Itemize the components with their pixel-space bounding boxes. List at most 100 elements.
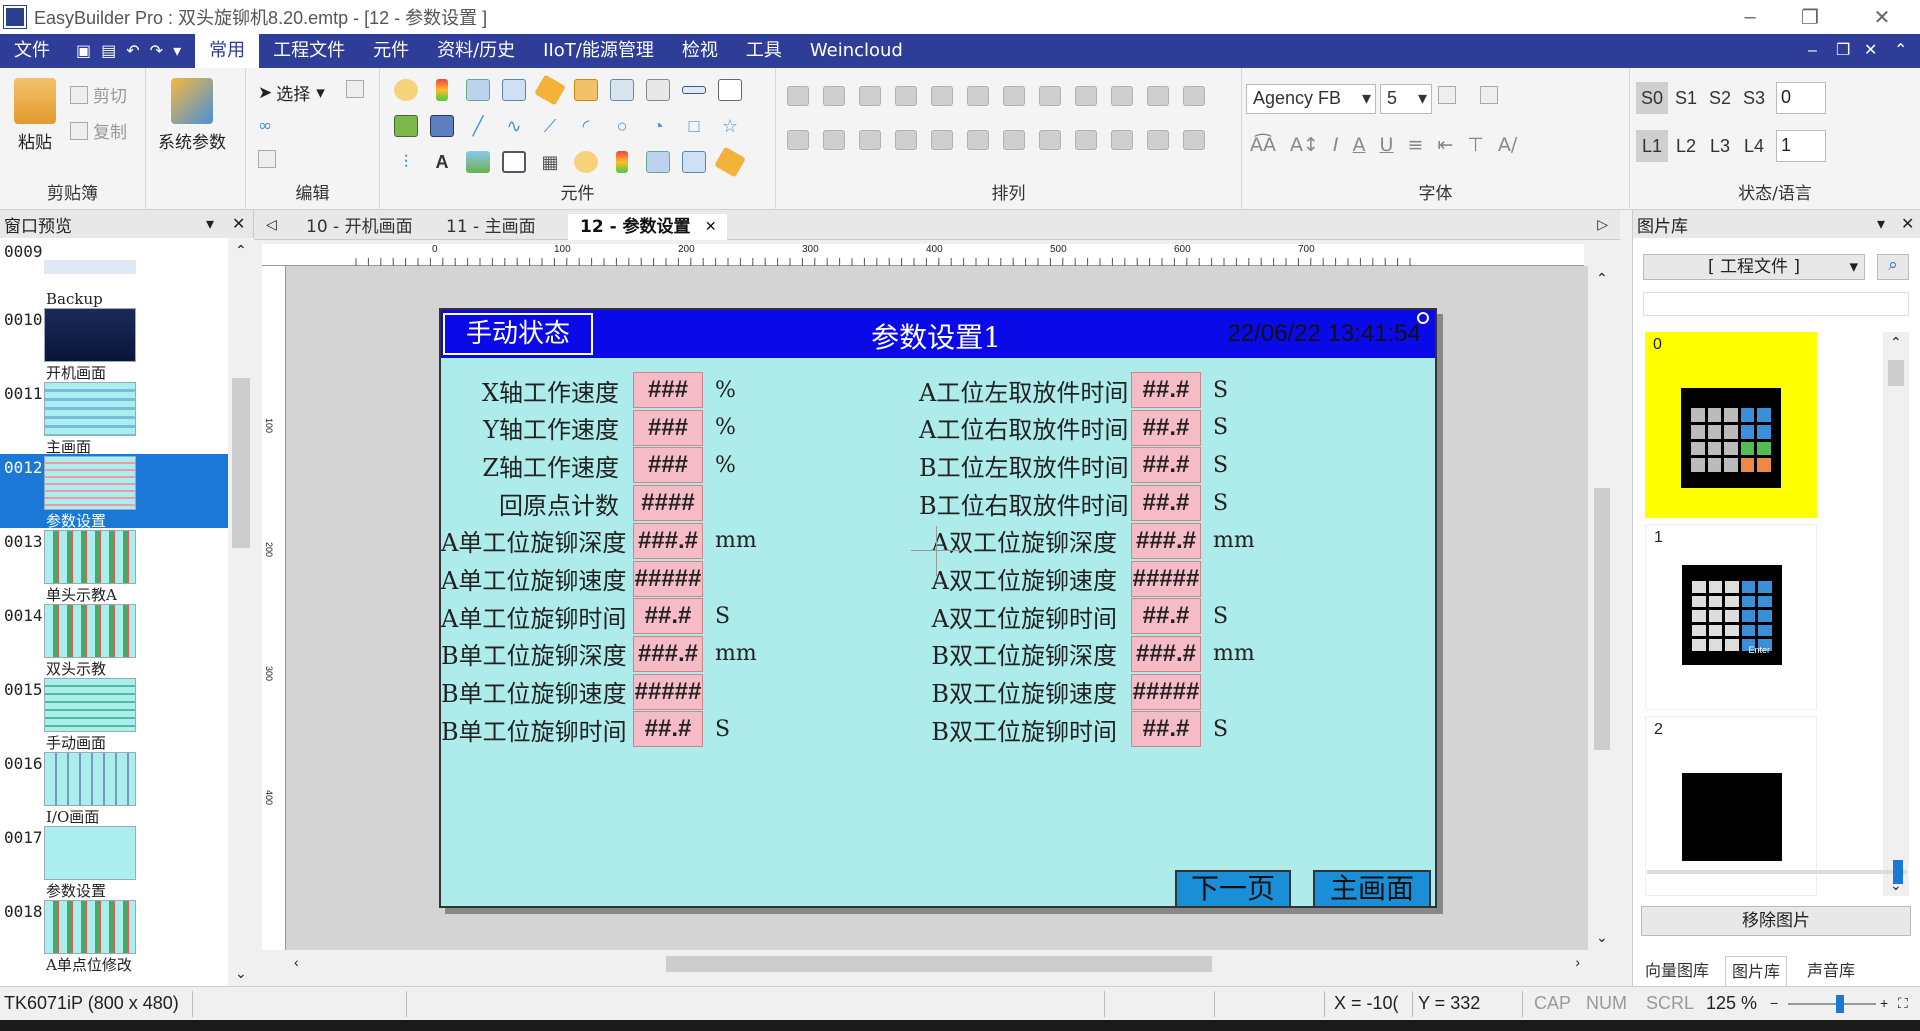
panel-menu-icon[interactable]: ▾	[206, 214, 214, 233]
restore-icon[interactable]: ❐	[1780, 0, 1840, 34]
zoom-slider[interactable]	[1788, 995, 1876, 1013]
tab-close-icon[interactable]: ✕	[705, 214, 717, 240]
parameter-value-field[interactable]: ##.#	[1131, 485, 1201, 522]
paste-button[interactable]: 粘贴	[14, 78, 56, 153]
indent-icon[interactable]: ⇤	[1437, 134, 1453, 156]
scroll-up-icon[interactable]: ⌃	[1890, 334, 1902, 351]
picture-icon[interactable]	[460, 144, 496, 180]
state-input[interactable]: 0	[1776, 82, 1826, 114]
customize-icon[interactable]: ▾	[173, 41, 181, 61]
numeric-display-icon[interactable]	[388, 108, 424, 144]
parameter-value-field[interactable]: ##.#	[1131, 447, 1201, 484]
slider-thumb[interactable]	[1893, 860, 1903, 884]
ungroup-icon[interactable]	[960, 118, 996, 162]
doc-minimize-icon[interactable]: –	[1808, 34, 1817, 68]
align-top-icon[interactable]	[888, 74, 924, 118]
tab-sound-library[interactable]: 声音库	[1801, 956, 1861, 986]
panel-close-icon[interactable]: ✕	[1901, 214, 1914, 233]
parameter-value-field[interactable]: ###.#	[1131, 522, 1201, 559]
save-all-icon[interactable]: ▤	[101, 41, 116, 61]
parameter-value-field[interactable]: #####	[1131, 673, 1201, 710]
menu-home[interactable]: 常用	[195, 34, 260, 68]
parameter-value-field[interactable]: ###.#	[1131, 635, 1201, 672]
distribute-v-icon[interactable]	[1032, 74, 1068, 118]
doc-restore-icon[interactable]: ❐	[1836, 34, 1850, 68]
underline-icon[interactable]: U	[1380, 134, 1394, 156]
same-width-icon[interactable]	[1068, 74, 1104, 118]
menu-file[interactable]: 文件	[0, 34, 64, 68]
bring-front-icon[interactable]	[1068, 118, 1104, 162]
scroll-right-icon[interactable]: ›	[1575, 954, 1580, 970]
scroll-down-icon[interactable]: ⌄	[1596, 929, 1608, 946]
undo-icon[interactable]: ↶	[126, 41, 139, 61]
menu-data-history[interactable]: 资料/历史	[423, 34, 529, 68]
arrange-more-icon[interactable]	[1176, 118, 1212, 162]
main-screen-button[interactable]: 主画面	[1313, 870, 1431, 908]
state-s2-button[interactable]: S2	[1704, 82, 1736, 114]
line-icon[interactable]: ╱	[460, 108, 496, 144]
flip-v-icon[interactable]	[816, 118, 852, 162]
next-page-button[interactable]: 下一页	[1175, 870, 1291, 908]
thumbnail-size-slider[interactable]	[1647, 860, 1907, 884]
group-select-button[interactable]	[346, 80, 369, 98]
layer-icon[interactable]	[1032, 118, 1068, 162]
same-height-icon[interactable]	[1104, 74, 1140, 118]
copy-button[interactable]: 复制	[70, 118, 127, 143]
doc-close-icon[interactable]: ✕	[1864, 34, 1877, 68]
link-button[interactable]: ∞	[258, 116, 272, 136]
ascii-icon[interactable]	[424, 108, 460, 144]
font-family-select[interactable]: Agency FB ▾	[1246, 84, 1376, 114]
menu-objects[interactable]: 元件	[359, 34, 423, 68]
search-button[interactable]: ⌕	[1877, 254, 1909, 280]
scrollbar-thumb[interactable]	[666, 956, 1212, 972]
parameter-value-field[interactable]: ##.#	[633, 711, 703, 748]
language-l4-button[interactable]: L4	[1738, 130, 1770, 162]
word-lamp-2-icon[interactable]	[604, 144, 640, 180]
text-icon[interactable]: A	[424, 144, 460, 180]
remove-picture-button[interactable]: 移除图片	[1641, 906, 1911, 936]
state-s1-button[interactable]: S1	[1670, 82, 1702, 114]
menu-project[interactable]: 工程文件	[259, 34, 359, 68]
duplicate-button[interactable]	[258, 150, 281, 168]
ribbon-collapse-icon[interactable]: ⌃	[1894, 34, 1907, 68]
parameter-value-field[interactable]: ##.#	[1131, 409, 1201, 446]
same-size-icon[interactable]	[1140, 74, 1176, 118]
redo-icon[interactable]: ↷	[150, 41, 163, 61]
list-item[interactable]: 0011 主画面	[0, 380, 228, 456]
align-right-icon[interactable]	[852, 74, 888, 118]
rotate-icon[interactable]	[888, 118, 924, 162]
align-bottom-icon[interactable]	[960, 74, 996, 118]
save-icon[interactable]: ▣	[76, 41, 91, 61]
tab-vector-library[interactable]: 向量图库	[1639, 956, 1715, 986]
list-item[interactable]: 0012 参数设置	[0, 454, 228, 530]
select-button[interactable]: ➤ 选择 ▾	[258, 80, 325, 106]
list-item[interactable]: 0018 A单点位修改	[0, 898, 228, 974]
menu-weincloud[interactable]: Weincloud	[796, 34, 917, 68]
pin-icon[interactable]	[996, 118, 1032, 162]
tab-picture-library[interactable]: 图片库	[1725, 956, 1788, 986]
pie-icon[interactable]: ◔	[640, 108, 676, 144]
language-input[interactable]: 1	[1776, 130, 1826, 162]
language-l1-button[interactable]: L1	[1636, 130, 1668, 162]
parameter-value-field[interactable]: ###	[633, 372, 703, 408]
parameter-value-field[interactable]: ####	[633, 485, 703, 522]
list-item[interactable]: 0014 双头示教	[0, 602, 228, 678]
picture-item[interactable]: 1 Enter	[1645, 524, 1817, 710]
hmi-screen-parameter-settings[interactable]: 手动状态 参数设置1 22/06/22 13:41:54 X轴工作速度 ###% Y…	[439, 308, 1437, 908]
slider-icon[interactable]	[604, 72, 640, 108]
menu-view[interactable]: 检视	[668, 34, 732, 68]
scrollbar-thumb[interactable]	[1888, 360, 1904, 386]
function-key-icon[interactable]	[532, 72, 568, 108]
window-list-scrollbar[interactable]: ⌃ ⌄	[228, 238, 254, 986]
tab-scroll-left-icon[interactable]: ◁	[266, 216, 277, 233]
vertical-align-icon[interactable]: ⊤	[1467, 134, 1484, 156]
zoom-in-icon[interactable]: +	[1880, 995, 1888, 1011]
parameter-value-field[interactable]: ##.#	[633, 598, 703, 635]
clear-format-icon[interactable]: A∕	[1498, 134, 1517, 156]
word-lamp-icon[interactable]	[424, 72, 460, 108]
function-key-2-icon[interactable]	[712, 144, 748, 180]
panel-close-icon[interactable]: ✕	[232, 214, 245, 233]
text-color-button[interactable]	[1438, 86, 1461, 104]
italic-icon[interactable]: I	[1333, 134, 1339, 156]
filter-field[interactable]	[1643, 292, 1909, 316]
